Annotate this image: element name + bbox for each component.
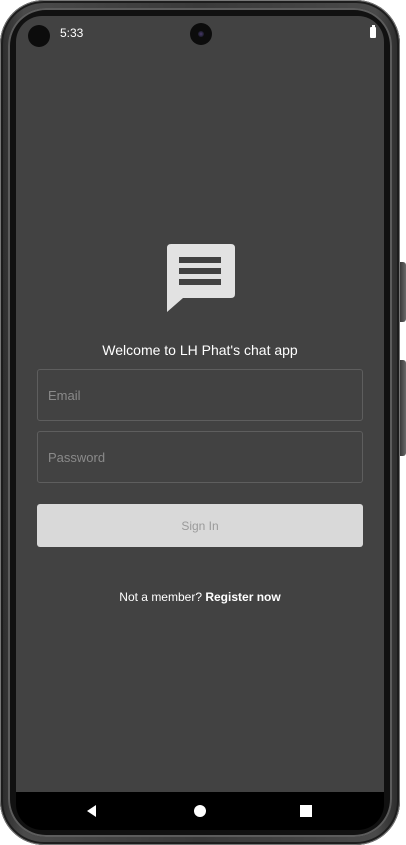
chat-bubble-icon <box>167 244 235 312</box>
phone-device: 5:33 Welcome to LH Phat's chat app Sign … <box>0 0 406 845</box>
recents-icon[interactable] <box>298 803 314 819</box>
welcome-heading: Welcome to LH Phat's chat app <box>102 342 298 358</box>
camera-cutout <box>28 25 50 47</box>
back-icon[interactable] <box>84 803 100 819</box>
camera-icon <box>190 23 212 45</box>
status-bar: 5:33 <box>16 16 384 50</box>
power-button <box>400 360 406 456</box>
sign-in-button[interactable]: Sign In <box>37 504 363 547</box>
navigation-bar <box>16 792 384 830</box>
register-prompt-text: Not a member? <box>119 590 202 604</box>
register-prompt-line: Not a member? Register now <box>16 590 384 604</box>
register-now-link[interactable]: Register now <box>205 590 280 604</box>
status-time: 5:33 <box>60 26 84 40</box>
password-field[interactable] <box>37 431 363 483</box>
battery-icon <box>370 25 376 38</box>
app-screen: 5:33 Welcome to LH Phat's chat app Sign … <box>16 16 384 792</box>
email-field[interactable] <box>37 369 363 421</box>
home-icon[interactable] <box>192 803 208 819</box>
volume-button <box>400 262 406 322</box>
